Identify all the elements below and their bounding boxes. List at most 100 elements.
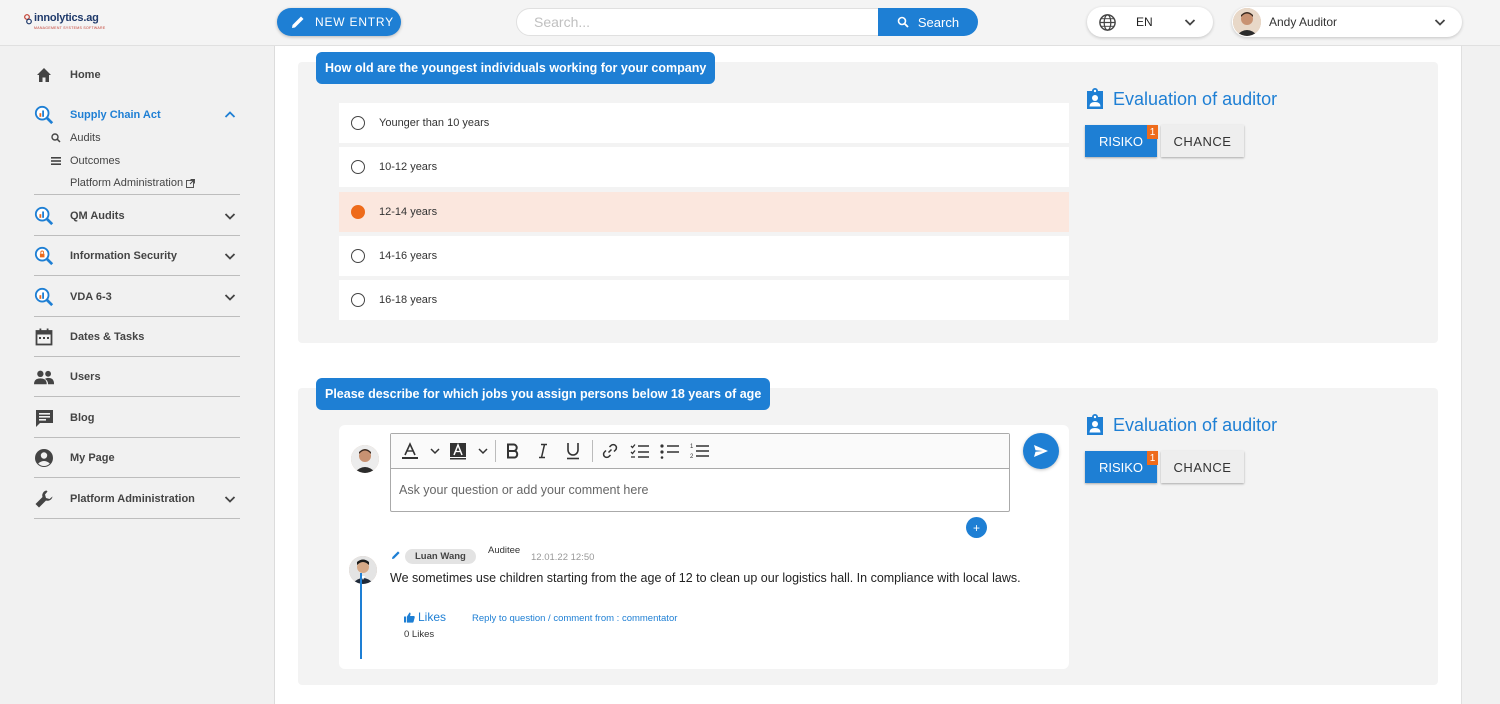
magnifier-chart-icon	[34, 206, 54, 226]
question-card: How old are the youngest individuals wor…	[298, 52, 1438, 343]
evaluation-title: Evaluation of auditor	[1085, 88, 1277, 110]
list-icon	[50, 155, 62, 167]
sidebar-subitem-label: Outcomes	[70, 155, 121, 167]
logo[interactable]: innolytics.ag MANAGEMENT SYSTEMS SOFTWAR…	[22, 11, 132, 33]
link-icon[interactable]	[599, 440, 621, 462]
radio-button-selected[interactable]	[351, 205, 365, 219]
likes-count: 0 Likes	[404, 629, 435, 640]
sidebar-item-platform-administration[interactable]: Platform Administration	[34, 479, 240, 519]
globe-icon	[1099, 13, 1116, 31]
sidebar-divider	[34, 396, 240, 397]
search-input[interactable]	[516, 8, 886, 36]
search-button-label: Search	[917, 14, 960, 30]
comment-editor: 12	[390, 433, 1010, 512]
new-entry-label: NEW ENTRY	[315, 15, 394, 29]
svg-text:2: 2	[690, 454, 694, 460]
sidebar-item-label: VDA 6-3	[70, 291, 112, 303]
avatar	[351, 445, 379, 473]
answer-option[interactable]: 16-18 years	[339, 280, 1069, 320]
logo-mark-icon	[24, 14, 32, 25]
send-button[interactable]	[1023, 433, 1059, 469]
pencil-icon[interactable]	[391, 550, 401, 560]
thread-line	[360, 573, 362, 659]
answer-option-selected[interactable]: 12-14 years	[339, 192, 1069, 232]
users-icon	[34, 367, 54, 387]
bold-icon[interactable]	[502, 440, 524, 462]
answer-option[interactable]: Younger than 10 years	[339, 103, 1069, 143]
risiko-badge: 1	[1147, 125, 1158, 139]
sidebar-subitem-platform-administration[interactable]: Platform Administration	[70, 174, 196, 192]
language-selector[interactable]: EN	[1087, 7, 1213, 37]
sidebar-item-my-page[interactable]: My Page	[34, 438, 240, 478]
editor-toolbar: 12	[391, 434, 1009, 469]
question-label: How old are the youngest individuals wor…	[316, 52, 716, 84]
pencil-icon	[292, 16, 304, 28]
chevron-down-icon	[224, 253, 236, 260]
chevron-down-icon[interactable]	[429, 440, 441, 462]
numbered-list-icon[interactable]: 12	[689, 440, 711, 462]
scrollbar[interactable]	[1461, 46, 1500, 704]
sidebar-item-label: Users	[70, 371, 101, 383]
author-chip[interactable]: Luan Wang	[405, 549, 476, 564]
sidebar-item-qm-audits[interactable]: QM Audits	[34, 196, 240, 236]
user-menu[interactable]: Andy Auditor	[1232, 7, 1462, 37]
radio-button[interactable]	[351, 293, 365, 307]
radio-button[interactable]	[351, 249, 365, 263]
answer-option-label: 16-18 years	[379, 294, 438, 306]
add-button[interactable]: +	[966, 517, 987, 538]
chance-label: CHANCE	[1173, 459, 1232, 475]
checklist-icon[interactable]	[629, 440, 651, 462]
italic-icon[interactable]	[532, 440, 554, 462]
new-entry-button[interactable]: NEW ENTRY	[277, 8, 401, 36]
sidebar-item-vda-6-3[interactable]: VDA 6-3	[34, 277, 240, 317]
underline-icon[interactable]	[562, 440, 584, 462]
search-icon	[50, 132, 62, 144]
sidebar-subitem-label: Audits	[70, 132, 101, 144]
risiko-button[interactable]: RISIKO 1	[1085, 125, 1158, 157]
author-role: Auditee	[488, 545, 521, 556]
sidebar-item-blog[interactable]: Blog	[34, 398, 240, 438]
comment-input[interactable]	[391, 469, 1009, 511]
sidebar-item-users[interactable]: Users	[34, 357, 240, 397]
highlight-color-icon[interactable]	[447, 440, 469, 462]
search-icon	[897, 16, 909, 28]
send-icon	[1034, 445, 1048, 457]
avatar	[1233, 8, 1261, 36]
top-bar: innolytics.ag MANAGEMENT SYSTEMS SOFTWAR…	[0, 0, 1500, 46]
risiko-button[interactable]: RISIKO 1	[1085, 451, 1158, 483]
sidebar-item-label: Platform Administration	[70, 493, 195, 505]
chance-button[interactable]: CHANCE	[1161, 451, 1244, 483]
avatar	[349, 556, 377, 584]
home-icon	[34, 65, 54, 85]
sidebar-subitem-outcomes[interactable]: Outcomes	[50, 152, 120, 170]
question-card: Please describe for which jobs you assig…	[298, 378, 1438, 685]
bullet-list-icon[interactable]	[659, 440, 681, 462]
chevron-down-icon	[224, 496, 236, 503]
font-color-icon[interactable]	[399, 440, 421, 462]
sidebar-item-dates-tasks[interactable]: Dates & Tasks	[34, 317, 240, 357]
magnifier-lock-icon	[34, 246, 54, 266]
sidebar-item-information-security[interactable]: Information Security	[34, 236, 240, 276]
chevron-down-icon	[1184, 19, 1196, 26]
svg-text:1: 1	[690, 444, 694, 450]
answer-option[interactable]: 14-16 years	[339, 236, 1069, 276]
sidebar-item-label: Blog	[70, 412, 95, 424]
calendar-icon	[34, 327, 54, 347]
chevron-down-icon	[224, 213, 236, 220]
sidebar: Home Supply Chain Act Audits Outcomes Pl…	[0, 46, 275, 704]
answer-option[interactable]: 10-12 years	[339, 147, 1069, 187]
chevron-down-icon[interactable]	[477, 440, 489, 462]
comment-text: We sometimes use children starting from …	[390, 571, 1021, 585]
sidebar-item-home[interactable]: Home	[34, 55, 240, 95]
radio-button[interactable]	[351, 160, 365, 174]
reply-link[interactable]: Reply to question / comment from : comme…	[472, 613, 677, 624]
sidebar-subitem-audits[interactable]: Audits	[50, 129, 101, 147]
sidebar-divider	[34, 275, 240, 276]
comment-timestamp: 12.01.22 12:50	[531, 552, 595, 563]
search-button[interactable]: Search	[878, 8, 978, 36]
thumb-up-icon	[404, 612, 415, 623]
like-button[interactable]: Likes	[404, 610, 446, 624]
radio-button[interactable]	[351, 116, 365, 130]
main-content: How old are the youngest individuals wor…	[275, 46, 1461, 704]
chance-button[interactable]: CHANCE	[1161, 125, 1244, 157]
